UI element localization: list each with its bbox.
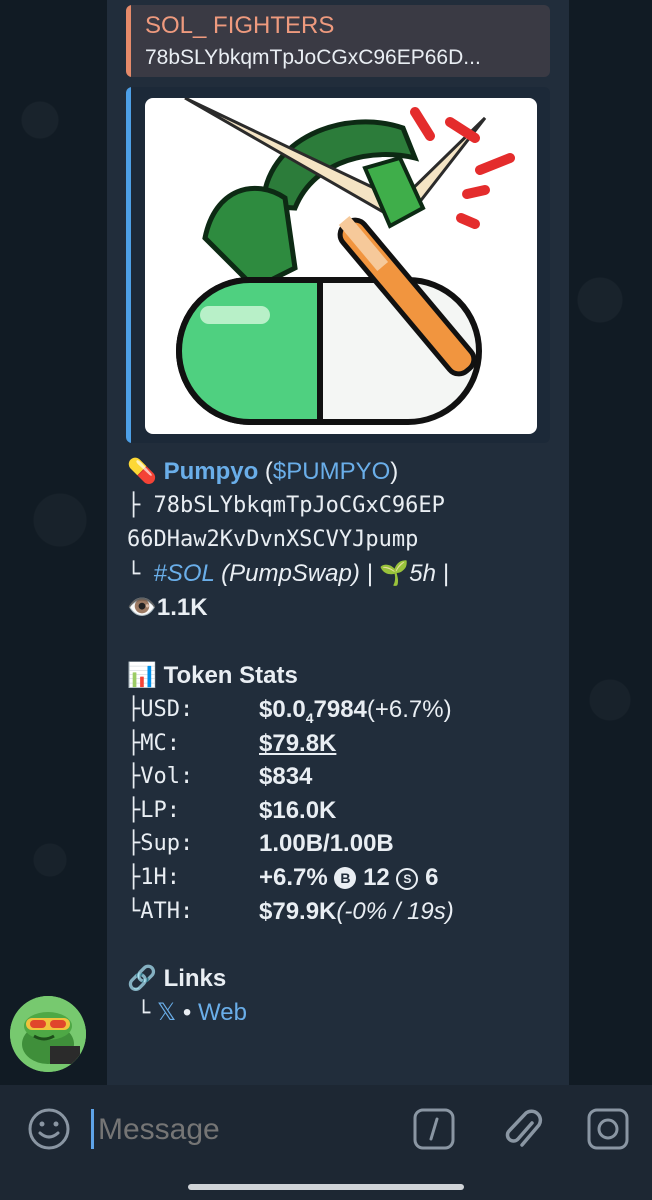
stat-label: ├USD: [127, 697, 194, 722]
stat-value: $0.047984 [259, 696, 367, 726]
stat-value: $79.9K [259, 897, 337, 925]
sells-count: 6 [425, 863, 439, 891]
pill-sticker-icon [176, 98, 515, 425]
stat-label: ├LP: [127, 797, 180, 823]
stat-value: 1.00B/1.00B [259, 830, 394, 858]
message-text: 💊 Pumpyo ($PUMPYO) ├ 78bSLYbkqmTpJoCGxC9… [127, 455, 557, 1030]
stats-title: Token Stats [163, 662, 298, 689]
stat-row-lp: ├LP: $16.0K [127, 794, 557, 828]
buys-count: 12 [363, 863, 390, 891]
ticker-close: ) [390, 458, 399, 485]
smile-icon[interactable] [27, 1107, 71, 1151]
stat-label: ├Vol: [127, 764, 194, 790]
ticker-open: ( [258, 458, 273, 485]
token-name-link[interactable]: Pumpyo [164, 458, 259, 485]
stat-row-supply: ├Sup: 1.00B/1.00B [127, 827, 557, 861]
paperclip-icon[interactable] [500, 1105, 544, 1153]
views-count: 1.1K [156, 594, 208, 621]
link-preview[interactable] [126, 87, 550, 443]
link-icon: 🔗 [127, 965, 157, 993]
links-title: Links [163, 965, 227, 993]
stat-label: └ATH: [127, 898, 194, 924]
stat-value: $16.0K [259, 796, 337, 824]
message-input[interactable] [96, 1107, 390, 1153]
contract-address-part-1[interactable]: 78bSLYbkqmTpJoCGxC96EP [154, 493, 445, 518]
token-age: 5h | [409, 560, 449, 587]
ath-change: (-0% / 19s) [336, 897, 454, 925]
camera-icon[interactable] [586, 1107, 630, 1151]
preview-image[interactable] [145, 98, 537, 434]
reply-quote[interactable]: SOL_ FIGHTERS 78bSLYbkqmTpJoCGxC96EP66D.… [126, 5, 550, 77]
web-link[interactable]: Web [198, 999, 247, 1026]
market-cap-link[interactable]: $79.8K [259, 727, 336, 761]
stat-change: (+6.7%) [366, 696, 452, 723]
contract-address-part-2[interactable]: 66DHaw2KvDvnXSCVYJpump [127, 527, 418, 552]
stat-row-usd: ├USD: $0.047984 (+6.7%) [127, 693, 557, 727]
stat-label: ├1H: [127, 864, 180, 890]
dex-name: (PumpSwap) | [214, 560, 380, 587]
message-bubble[interactable]: SOL_ FIGHTERS 78bSLYbkqmTpJoCGxC96EP66D.… [107, 0, 569, 1085]
reply-accent-bar [126, 5, 131, 77]
chain-prefix: └ [127, 562, 154, 587]
links-prefix: └ [137, 1001, 151, 1027]
links-separator: • [176, 999, 199, 1027]
sells-icon: S [396, 867, 419, 890]
links-heading: 🔗 Links [127, 962, 557, 996]
x-link[interactable]: 𝕏 [157, 999, 176, 1026]
slash-command-icon[interactable] [412, 1107, 456, 1151]
stat-row-vol: ├Vol: $834 [127, 760, 557, 794]
zero-count-subscript: 4 [305, 709, 314, 726]
message-input-bar [0, 1085, 652, 1200]
address-line-1: ├ 78bSLYbkqmTpJoCGxC96EP [127, 489, 557, 523]
sender-avatar[interactable] [10, 996, 86, 1072]
reply-text: 78bSLYbkqmTpJoCGxC96EP66D... [145, 46, 481, 69]
links-line: └ 𝕏 • Web [127, 996, 557, 1030]
preview-accent-bar [126, 87, 131, 443]
pill-icon: 💊 [127, 458, 157, 485]
text-cursor [91, 1109, 94, 1149]
stat-label: ├MC: [127, 730, 180, 756]
chain-hashtag-link[interactable]: #SOL [154, 560, 215, 587]
stat-row-1h: ├1H: +6.7% B 12 S 6 [127, 861, 557, 895]
stat-value: +6.7% B 12 S 6 [259, 863, 439, 891]
stat-value: $834 [259, 763, 313, 791]
stat-row-mc: ├MC: $79.8K [127, 727, 557, 761]
stat-row-ath: └ATH: $79.9K (-0% / 19s) [127, 895, 557, 929]
address-prefix: ├ [127, 493, 154, 518]
address-line-2: 66DHaw2KvDvnXSCVYJpump [127, 523, 557, 557]
eye-icon: 👁️ [127, 594, 157, 621]
ticker-link[interactable]: $PUMPYO [273, 458, 390, 485]
stat-label: ├Sup: [127, 831, 194, 857]
buys-icon: B [334, 866, 357, 889]
views-line: 👁️1.1K [127, 591, 557, 625]
reply-sender-name: SOL_ FIGHTERS [145, 12, 335, 39]
bar-chart-icon: 📊 [127, 662, 157, 689]
token-title-line: 💊 Pumpyo ($PUMPYO) [127, 455, 557, 489]
chain-line: └ #SOL (PumpSwap) | 🌱5h | [127, 557, 557, 591]
gesture-nav-bar[interactable] [188, 1184, 464, 1190]
frog-avatar-icon [10, 996, 86, 1072]
stats-heading: 📊 Token Stats [127, 659, 557, 693]
seedling-icon: 🌱 [379, 560, 410, 587]
